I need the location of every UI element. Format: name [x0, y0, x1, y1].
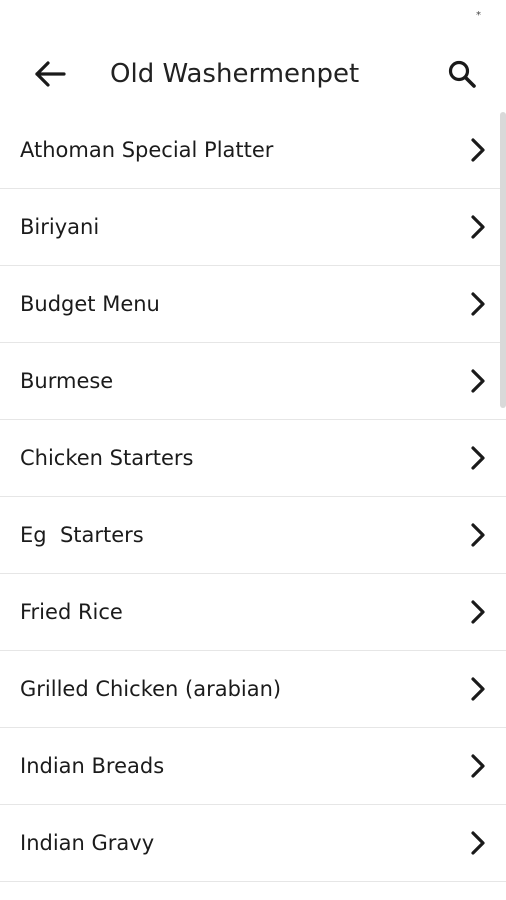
list-item[interactable]: Chicken Starters — [0, 420, 506, 497]
category-label: Eg Starters — [20, 523, 144, 547]
category-label: Chicken Starters — [20, 446, 194, 470]
category-label: Fried Rice — [20, 600, 123, 624]
list-item[interactable]: Biriyani — [0, 189, 506, 266]
back-button[interactable] — [30, 56, 70, 92]
chevron-right-icon — [468, 290, 488, 318]
list-item[interactable]: Grilled Chicken (arabian) — [0, 651, 506, 728]
page-title: Old Washermenpet — [110, 59, 360, 89]
chevron-right-icon — [468, 598, 488, 626]
list-item[interactable]: Burmese — [0, 343, 506, 420]
category-label: Budget Menu — [20, 292, 160, 316]
screen: * Old Washermenpet Athoman Special Platt… — [0, 0, 506, 900]
list-item[interactable]: Indian Breads — [0, 728, 506, 805]
list-item[interactable]: Athoman Special Platter — [0, 112, 506, 189]
list-item[interactable]: Fried Rice — [0, 574, 506, 651]
search-button[interactable] — [442, 54, 482, 94]
category-label: Indian Gravy — [20, 831, 155, 855]
chevron-right-icon — [468, 136, 488, 164]
list-item[interactable]: Budget Menu — [0, 266, 506, 343]
category-label: Grilled Chicken (arabian) — [20, 677, 282, 701]
search-icon — [448, 60, 476, 88]
chevron-right-icon — [468, 675, 488, 703]
category-list: Athoman Special Platter Biriyani Budget Me… — [0, 112, 506, 900]
chevron-right-icon — [468, 752, 488, 780]
chevron-right-icon — [468, 521, 488, 549]
category-label: Athoman Special Platter — [20, 138, 274, 162]
chevron-right-icon — [468, 213, 488, 241]
category-label: Indian Breads — [20, 754, 165, 778]
chevron-right-icon — [468, 444, 488, 472]
list-item[interactable]: Indian Gravy — [0, 805, 506, 882]
chevron-right-icon — [468, 829, 488, 857]
scrollbar[interactable] — [500, 112, 506, 408]
status-indicator: * — [476, 10, 481, 21]
list-item[interactable]: Eg Starters — [0, 497, 506, 574]
category-label: Burmese — [20, 369, 114, 393]
arrow-left-icon — [35, 61, 66, 87]
chevron-right-icon — [468, 367, 488, 395]
toolbar: Old Washermenpet — [0, 34, 506, 112]
status-bar: * — [0, 0, 506, 34]
category-label: Biriyani — [20, 215, 100, 239]
